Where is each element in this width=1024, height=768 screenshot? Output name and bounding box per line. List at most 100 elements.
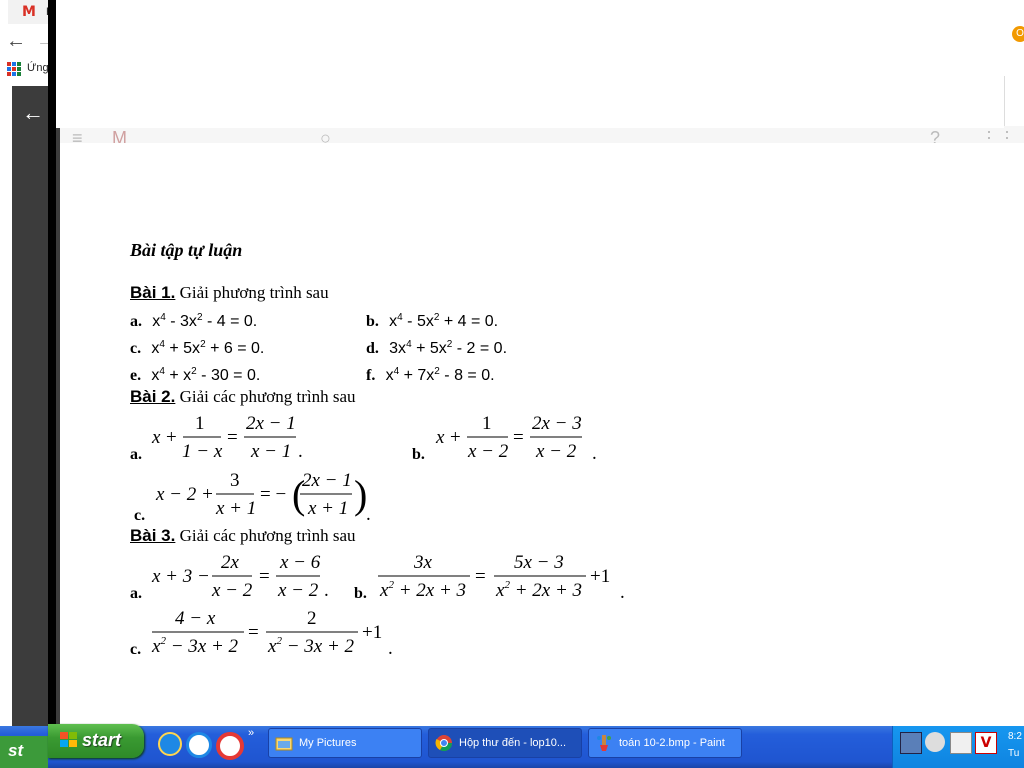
bai3-heading-line: Bài 3. Giải các phương trình sau bbox=[130, 526, 356, 546]
start-button[interactable]: start bbox=[48, 724, 144, 758]
paint-canvas-top[interactable] bbox=[56, 0, 1004, 128]
task-paint[interactable]: toán 10-2.bmp - Paint bbox=[588, 728, 742, 758]
browser-right-edge bbox=[1004, 76, 1024, 126]
bai1-item-c: c. x4 + 5x2 + 6 = 0. bbox=[130, 338, 264, 358]
start-button-behind[interactable]: st bbox=[0, 736, 48, 768]
bai1-label-a: a. bbox=[130, 313, 142, 330]
quick-launch-more[interactable]: » bbox=[248, 727, 254, 739]
svg-text:+: + bbox=[166, 427, 177, 448]
extension-icon[interactable]: O bbox=[1012, 26, 1024, 42]
page-margin bbox=[0, 86, 12, 726]
back-arrow-icon[interactable]: ← bbox=[6, 30, 26, 53]
svg-text:x + 3 −: x + 3 − bbox=[151, 566, 210, 587]
clock-day: Tu bbox=[1008, 748, 1020, 759]
svg-text:2x: 2x bbox=[221, 552, 240, 573]
folder-icon bbox=[275, 734, 293, 752]
bai1-heading: Bài 1. bbox=[130, 283, 176, 302]
svg-text:2x − 3: 2x − 3 bbox=[532, 413, 582, 434]
svg-text:=: = bbox=[259, 566, 270, 587]
bai1-label-e: e. bbox=[130, 367, 142, 384]
bai2-label-a: a. bbox=[130, 446, 142, 463]
task-label: toán 10-2.bmp - Paint bbox=[619, 737, 725, 749]
ie-icon[interactable] bbox=[158, 732, 182, 756]
svg-text:x − 2: x − 2 bbox=[277, 580, 319, 601]
antivirus-icon[interactable]: V bbox=[975, 732, 997, 754]
bai1-label-f: f. bbox=[366, 367, 376, 384]
svg-text:.: . bbox=[366, 504, 371, 525]
svg-text:x: x bbox=[435, 427, 445, 448]
svg-text:x2 − 3x + 2: x2 − 3x + 2 bbox=[267, 635, 355, 657]
clock-time: 8:2 bbox=[1008, 731, 1022, 742]
apps-grid-icon: ⋮⋮ bbox=[980, 128, 1016, 144]
network-icon[interactable] bbox=[900, 732, 922, 754]
svg-text:2x − 1: 2x − 1 bbox=[302, 470, 352, 491]
svg-text:x − 6: x − 6 bbox=[279, 552, 321, 573]
chrome-icon bbox=[435, 734, 453, 752]
task-label: My Pictures bbox=[299, 737, 357, 749]
bai3-heading: Bài 3. bbox=[130, 526, 176, 545]
menu-icon: ≡ bbox=[72, 128, 83, 144]
svg-text:x − 1: x − 1 bbox=[250, 441, 291, 462]
bai1-label-d: d. bbox=[366, 340, 379, 357]
apps-icon[interactable] bbox=[7, 62, 21, 76]
bai1-item-a: a. x4 - 3x2 - 4 = 0. bbox=[130, 311, 257, 331]
svg-text:x − 2: x − 2 bbox=[535, 441, 577, 462]
bai3-equation-b: b. 3x x2 + 2x + 3 = 5x − 3 x2 + 2x + 3 +… bbox=[354, 552, 625, 603]
bai3-instruction: Giải các phương trình sau bbox=[179, 526, 356, 545]
svg-text:x + 1: x + 1 bbox=[307, 498, 348, 519]
bai2-label-c: c. bbox=[134, 507, 145, 524]
bai2-label-b: b. bbox=[412, 446, 425, 463]
keyboard-icon[interactable] bbox=[950, 732, 972, 754]
bai2-heading: Bài 2. bbox=[130, 387, 176, 406]
bai1-item-b: b. x4 - 5x2 + 4 = 0. bbox=[366, 311, 498, 331]
svg-text:+1: +1 bbox=[362, 622, 382, 643]
task-gmail[interactable]: Hộp thư đến - lop10... bbox=[428, 728, 582, 758]
svg-text:+1: +1 bbox=[590, 566, 610, 587]
svg-text:x2 + 2x + 3: x2 + 2x + 3 bbox=[495, 579, 582, 601]
svg-text:x2 − 3x + 2: x2 − 3x + 2 bbox=[151, 635, 239, 657]
bai3-equation-a: a. x + 3 − 2x x − 2 = x − 6 x − 2 . bbox=[130, 552, 329, 602]
bai1-label-c: c. bbox=[130, 340, 142, 357]
svg-text:x: x bbox=[151, 427, 161, 448]
svg-text:x − 2: x − 2 bbox=[467, 441, 509, 462]
svg-text:=: = bbox=[227, 427, 238, 448]
svg-text:x + 1: x + 1 bbox=[215, 498, 256, 519]
svg-text:=: = bbox=[513, 427, 524, 448]
bai3-equation-c: c. 4 − x x2 − 3x + 2 = 2 x2 − 3x + 2 +1 … bbox=[130, 608, 393, 659]
bai1-eq-f: x4 + 7x2 - 8 = 0. bbox=[385, 366, 495, 384]
task-label: Hộp thư đến - lop10... bbox=[459, 737, 567, 749]
gmail-icon: M bbox=[22, 4, 36, 20]
bai1-item-d: d. 3x4 + 5x2 - 2 = 0. bbox=[366, 338, 507, 358]
svg-text:2x − 1: 2x − 1 bbox=[246, 413, 296, 434]
bai1-eq-b: x4 - 5x2 + 4 = 0. bbox=[389, 312, 499, 330]
svg-text:.: . bbox=[388, 638, 393, 659]
svg-text:x − 2: x − 2 bbox=[211, 580, 253, 601]
bai2-instruction: Giải các phương trình sau bbox=[179, 387, 356, 406]
svg-text:1: 1 bbox=[195, 413, 205, 434]
search-icon: ○ bbox=[320, 128, 331, 144]
media-player-icon[interactable] bbox=[186, 732, 212, 758]
bai2-equation-b: b. x + 1 x − 2 = 2x − 3 x − 2 . bbox=[412, 413, 597, 464]
apps-label[interactable]: Ứng bbox=[27, 62, 49, 74]
svg-text:1 − x: 1 − x bbox=[182, 441, 223, 462]
svg-text:.: . bbox=[298, 441, 303, 462]
opera-icon[interactable] bbox=[216, 732, 244, 760]
bai3-label-b: b. bbox=[354, 585, 367, 602]
task-my-pictures[interactable]: My Pictures bbox=[268, 728, 422, 758]
bai1-item-f: f. x4 + 7x2 - 8 = 0. bbox=[366, 365, 495, 385]
volume-icon[interactable] bbox=[925, 732, 945, 752]
bai1-eq-a: x4 - 3x2 - 4 = 0. bbox=[152, 312, 258, 330]
bai2-equation-c: c. x − 2 + 3x + 1 = − ( 2x − 1x + 1 ) . bbox=[134, 470, 371, 525]
gmail-back-icon[interactable]: ← bbox=[22, 100, 44, 126]
start-label: start bbox=[82, 730, 122, 750]
windows-logo-icon bbox=[60, 732, 78, 753]
svg-text:= −: = − bbox=[260, 484, 286, 505]
clock[interactable]: 8:2 Tu bbox=[1008, 728, 1022, 762]
bai1-instruction: Giải phương trình sau bbox=[179, 283, 329, 302]
start-label-behind: st bbox=[8, 741, 24, 760]
svg-text:+: + bbox=[450, 427, 461, 448]
gmail-logo: M bbox=[112, 128, 127, 144]
bai1-eq-e: x4 + x2 - 30 = 0. bbox=[151, 366, 261, 384]
svg-text:=: = bbox=[475, 566, 486, 587]
svg-text:3x: 3x bbox=[413, 552, 433, 573]
